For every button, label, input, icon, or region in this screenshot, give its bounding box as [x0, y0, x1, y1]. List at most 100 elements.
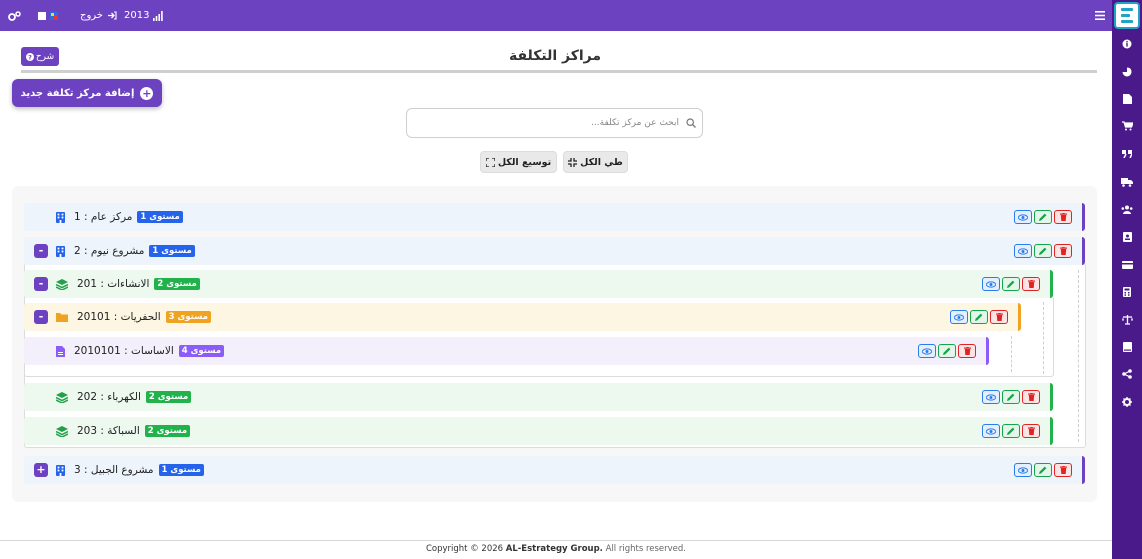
tree-row[interactable]: - مشروع نيوم : 2 مستوى 1 [24, 237, 1085, 265]
trash-icon [1059, 213, 1067, 221]
edit-button[interactable] [938, 344, 956, 358]
row-actions [1014, 463, 1072, 477]
eye-icon [922, 347, 932, 355]
tree-row[interactable]: - الحفريات : 20101 مستوى 3 [24, 303, 1021, 331]
edit-button[interactable] [1034, 210, 1052, 224]
level-badge: مستوى 1 [149, 245, 195, 257]
view-button[interactable] [918, 344, 936, 358]
node-text: مشروع الجبيل : 3 [74, 464, 154, 476]
tree-row[interactable]: الكهرباء : 202 مستوى 2 [24, 383, 1053, 411]
expand-node-button[interactable]: + [34, 463, 48, 477]
edit-button[interactable] [1034, 463, 1052, 477]
tree-row[interactable]: مركز عام : 1 مستوى 1 [24, 203, 1085, 231]
search-box [406, 108, 703, 138]
book-icon [1122, 342, 1132, 352]
sidebar-item-contacts[interactable] [1121, 231, 1133, 243]
sidebar-item-employees[interactable] [1121, 203, 1133, 215]
add-cost-center-button[interactable]: إضافة مركز تكلفة جديد + [12, 79, 162, 107]
quote-icon [1122, 150, 1132, 158]
level-badge: مستوى 4 [178, 345, 225, 357]
menu-toggle-button[interactable] [1095, 0, 1105, 31]
view-button[interactable] [1014, 463, 1032, 477]
app-logo[interactable] [1114, 2, 1140, 29]
tree-row[interactable]: - الانشاءات : 201 مستوى 2 [24, 270, 1053, 298]
pencil-icon [1039, 466, 1047, 474]
view-button[interactable] [950, 310, 968, 324]
help-label: شرح [35, 51, 55, 62]
delete-button[interactable] [1022, 424, 1040, 438]
view-button[interactable] [982, 390, 1000, 404]
footer: Copyright © 2026 AL-Estrategy Group. All… [0, 544, 1112, 554]
sidebar-item-info[interactable] [1121, 38, 1133, 50]
edit-button[interactable] [1002, 277, 1020, 291]
delete-button[interactable] [1022, 277, 1040, 291]
pencil-icon [1039, 213, 1047, 221]
sidebar-item-settings[interactable] [1121, 396, 1133, 408]
sidebar-item-quotes[interactable] [1121, 148, 1133, 160]
trash-icon [963, 347, 971, 355]
delete-button[interactable] [990, 310, 1008, 324]
settings-toggle[interactable] [8, 0, 21, 31]
tree-row[interactable]: + مشروع الجبيل : 3 مستوى 1 [24, 456, 1085, 484]
level-badge: مستوى 2 [145, 391, 192, 403]
node-text: السباكة : 203 [77, 425, 140, 437]
collapse-node-button[interactable]: - [34, 310, 48, 324]
collapse-all-button[interactable]: طي الكل [563, 151, 628, 173]
balance-icon [1121, 315, 1133, 325]
pie-chart-icon [1122, 67, 1132, 77]
eye-icon [986, 393, 996, 401]
delete-button[interactable] [1054, 463, 1072, 477]
sidebar-item-share[interactable] [1121, 368, 1133, 380]
eye-icon [986, 280, 996, 288]
row-actions [982, 390, 1040, 404]
row-actions [982, 424, 1040, 438]
collapse-node-button[interactable]: - [34, 244, 48, 258]
expand-all-button[interactable]: توسيع الكل [480, 151, 557, 173]
edit-button[interactable] [1002, 424, 1020, 438]
plus-circle-icon: + [140, 86, 154, 100]
level-badge: مستوى 1 [137, 211, 183, 223]
row-actions [918, 344, 976, 358]
sidebar-item-balance[interactable] [1121, 314, 1133, 326]
edit-button[interactable] [1002, 390, 1020, 404]
edit-button[interactable] [1034, 244, 1052, 258]
sidebar-item-calculator[interactable] [1121, 286, 1133, 298]
eye-icon [1018, 213, 1028, 221]
tree-row[interactable]: الاساسات : 2010101 مستوى 4 [24, 337, 989, 365]
help-button[interactable]: ? شرح [21, 47, 59, 66]
view-button[interactable] [982, 424, 1000, 438]
tree-guide-line-inner [1043, 302, 1044, 374]
collapse-node-button[interactable]: - [34, 277, 48, 291]
edit-button[interactable] [970, 310, 988, 324]
node-label: الاساسات : 2010101 مستوى 4 [56, 337, 225, 365]
sidebar-item-payments[interactable] [1121, 259, 1133, 271]
cost-center-tree: مركز عام : 1 مستوى 1 - مشروع نيوم : 2 مستوى … [12, 186, 1097, 502]
search-input[interactable] [411, 113, 679, 133]
delete-button[interactable] [1022, 390, 1040, 404]
sidebar-item-sales[interactable] [1121, 120, 1133, 132]
node-text: الانشاءات : 201 [77, 278, 150, 290]
view-button[interactable] [1014, 244, 1032, 258]
sidebar-item-documents[interactable] [1121, 93, 1133, 105]
view-button[interactable] [982, 277, 1000, 291]
sidebar-item-reports[interactable] [1121, 66, 1133, 78]
node-text: الاساسات : 2010101 [74, 345, 174, 357]
delete-button[interactable] [1054, 244, 1072, 258]
tree-row[interactable]: السباكة : 203 مستوى 2 [24, 417, 1053, 445]
fiscal-year-selector[interactable]: 2013 [124, 0, 164, 31]
sidebar-item-shipping[interactable] [1121, 176, 1133, 188]
footer-company: AL-Estrategy Group. [505, 544, 603, 554]
language-toggle[interactable] [38, 0, 60, 31]
layers-icon [56, 278, 68, 290]
delete-button[interactable] [1054, 210, 1072, 224]
delete-button[interactable] [958, 344, 976, 358]
trash-icon [1059, 466, 1067, 474]
hamburger-icon [1095, 11, 1105, 20]
level-badge: مستوى 2 [154, 278, 200, 290]
sidebar-item-ledger[interactable] [1121, 341, 1133, 353]
logout-link[interactable]: خروج [80, 0, 117, 31]
expand-icon [485, 157, 495, 167]
footer-divider [0, 540, 1112, 541]
view-button[interactable] [1014, 210, 1032, 224]
row-actions [1014, 244, 1072, 258]
